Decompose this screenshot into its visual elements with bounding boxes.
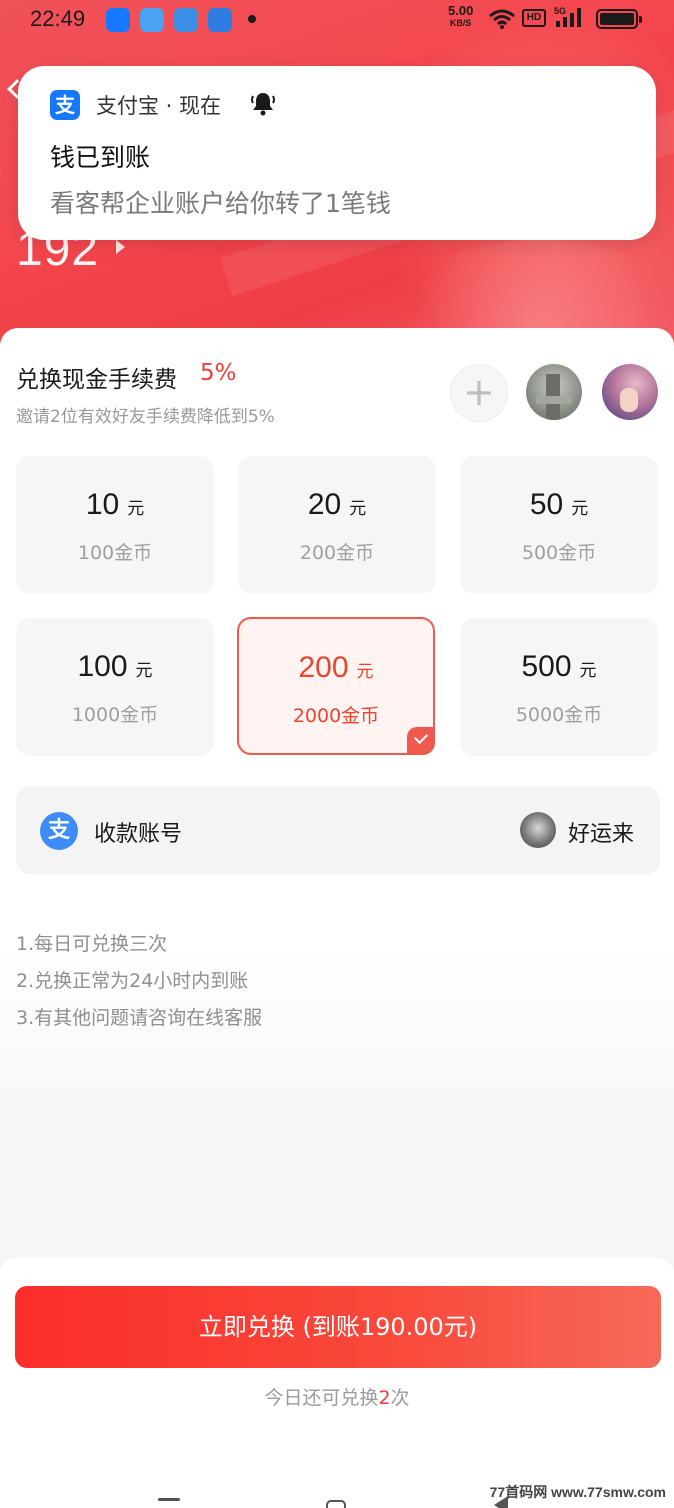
browser-notification-icon xyxy=(174,8,198,32)
fee-subtitle: 邀请2位有效好友手续费降低到5% xyxy=(16,407,275,427)
option-coins: 500金币 xyxy=(521,542,597,564)
wifi-icon xyxy=(489,9,515,29)
nav-recents-button[interactable] xyxy=(158,1498,180,1501)
option-unit: 元 xyxy=(571,499,589,519)
rule-item: 1.每日可兑换三次 xyxy=(16,933,168,955)
payout-account-row[interactable]: 支 收款账号 好运来 xyxy=(16,786,660,874)
exchange-now-button[interactable]: 立即兑换 (到账190.00元) xyxy=(15,1286,661,1368)
fee-title: 兑换现金手续费 xyxy=(16,367,177,393)
remaining-suffix: 次 xyxy=(390,1387,410,1409)
account-avatar xyxy=(520,812,556,848)
cell-signal-icon: 5G xyxy=(554,6,581,27)
option-unit: 元 xyxy=(349,499,367,519)
payout-account-label: 收款账号 xyxy=(94,822,183,847)
remaining-exchanges: 今日还可兑换2次 xyxy=(0,1383,674,1410)
signal-5g-label: 5G xyxy=(554,6,566,16)
alipay-account-icon: 支 xyxy=(40,812,78,850)
weather-notification-icon xyxy=(140,8,164,32)
option-coins: 5000金币 xyxy=(515,704,603,726)
account-username: 好运来 xyxy=(568,822,635,847)
rule-item: 2.兑换正常为24小时内到账 xyxy=(16,970,249,992)
alipay-app-icon: 支 xyxy=(50,90,80,120)
message-notification-icon xyxy=(208,8,232,32)
exchange-option-500[interactable]: 500 元 5000金币 xyxy=(460,618,658,756)
alipay-notification-icon xyxy=(106,8,130,32)
remaining-prefix: 今日还可兑换 xyxy=(264,1387,379,1409)
bell-icon xyxy=(251,93,275,116)
option-amount: 20 xyxy=(307,488,342,521)
exchange-option-200[interactable]: 200 元 2000金币 xyxy=(237,617,435,755)
invite-friend-button[interactable]: + xyxy=(450,364,508,422)
notification-app-name: 支付宝 · 现在 xyxy=(96,94,222,118)
option-unit: 元 xyxy=(127,499,145,519)
remaining-count: 2 xyxy=(378,1387,391,1409)
option-coins: 200金币 xyxy=(299,542,375,564)
exchange-option-10[interactable]: 10 元 100金币 xyxy=(16,456,214,594)
option-amount: 100 xyxy=(77,650,128,683)
status-bar: 22:49 5.00 KB/S HD 5G xyxy=(0,0,674,40)
alipay-notification[interactable]: 支 支付宝 · 现在 钱已到账 看客帮企业账户给你转了1笔钱 xyxy=(18,66,656,240)
network-speed-value: 5.00 xyxy=(448,3,474,18)
exchange-option-20[interactable]: 20 元 200金币 xyxy=(238,456,436,594)
option-unit: 元 xyxy=(356,662,374,682)
option-unit: 元 xyxy=(135,661,153,681)
hd-voice-icon: HD xyxy=(522,9,546,27)
selected-check-icon xyxy=(407,727,435,755)
option-amount: 50 xyxy=(529,488,564,521)
rule-item: 3.有其他问题请咨询在线客服 xyxy=(16,1007,263,1029)
fee-percent: 5% xyxy=(200,360,237,386)
network-speed-unit: KB/S xyxy=(449,18,472,28)
option-coins: 2000金币 xyxy=(292,705,380,727)
option-coins: 1000金币 xyxy=(71,704,159,726)
battery-icon xyxy=(596,9,642,29)
network-speed: 5.00 KB/S xyxy=(448,3,474,29)
coin-detail-arrow-icon[interactable] xyxy=(116,240,125,254)
status-time: 22:49 xyxy=(30,6,86,31)
option-amount: 200 xyxy=(298,651,349,684)
option-coins: 100金币 xyxy=(77,542,153,564)
exchange-rules: 1.每日可兑换三次 2.兑换正常为24小时内到账 3.有其他问题请咨询在线客服 xyxy=(16,926,262,1037)
option-amount: 10 xyxy=(85,488,120,521)
more-notifications-dot-icon xyxy=(248,15,256,23)
friend-avatar xyxy=(526,364,582,420)
watermark: 77首码网 www.77smw.com xyxy=(489,1484,666,1500)
exchange-option-100[interactable]: 100 元 1000金币 xyxy=(16,618,214,756)
notification-body: 看客帮企业账户给你转了1笔钱 xyxy=(50,189,391,218)
friend-avatar xyxy=(602,364,658,420)
notification-title: 钱已到账 xyxy=(50,143,151,172)
exchange-option-50[interactable]: 50 元 500金币 xyxy=(460,456,658,594)
option-unit: 元 xyxy=(579,661,597,681)
option-amount: 500 xyxy=(521,650,572,683)
nav-home-button[interactable] xyxy=(326,1500,346,1508)
